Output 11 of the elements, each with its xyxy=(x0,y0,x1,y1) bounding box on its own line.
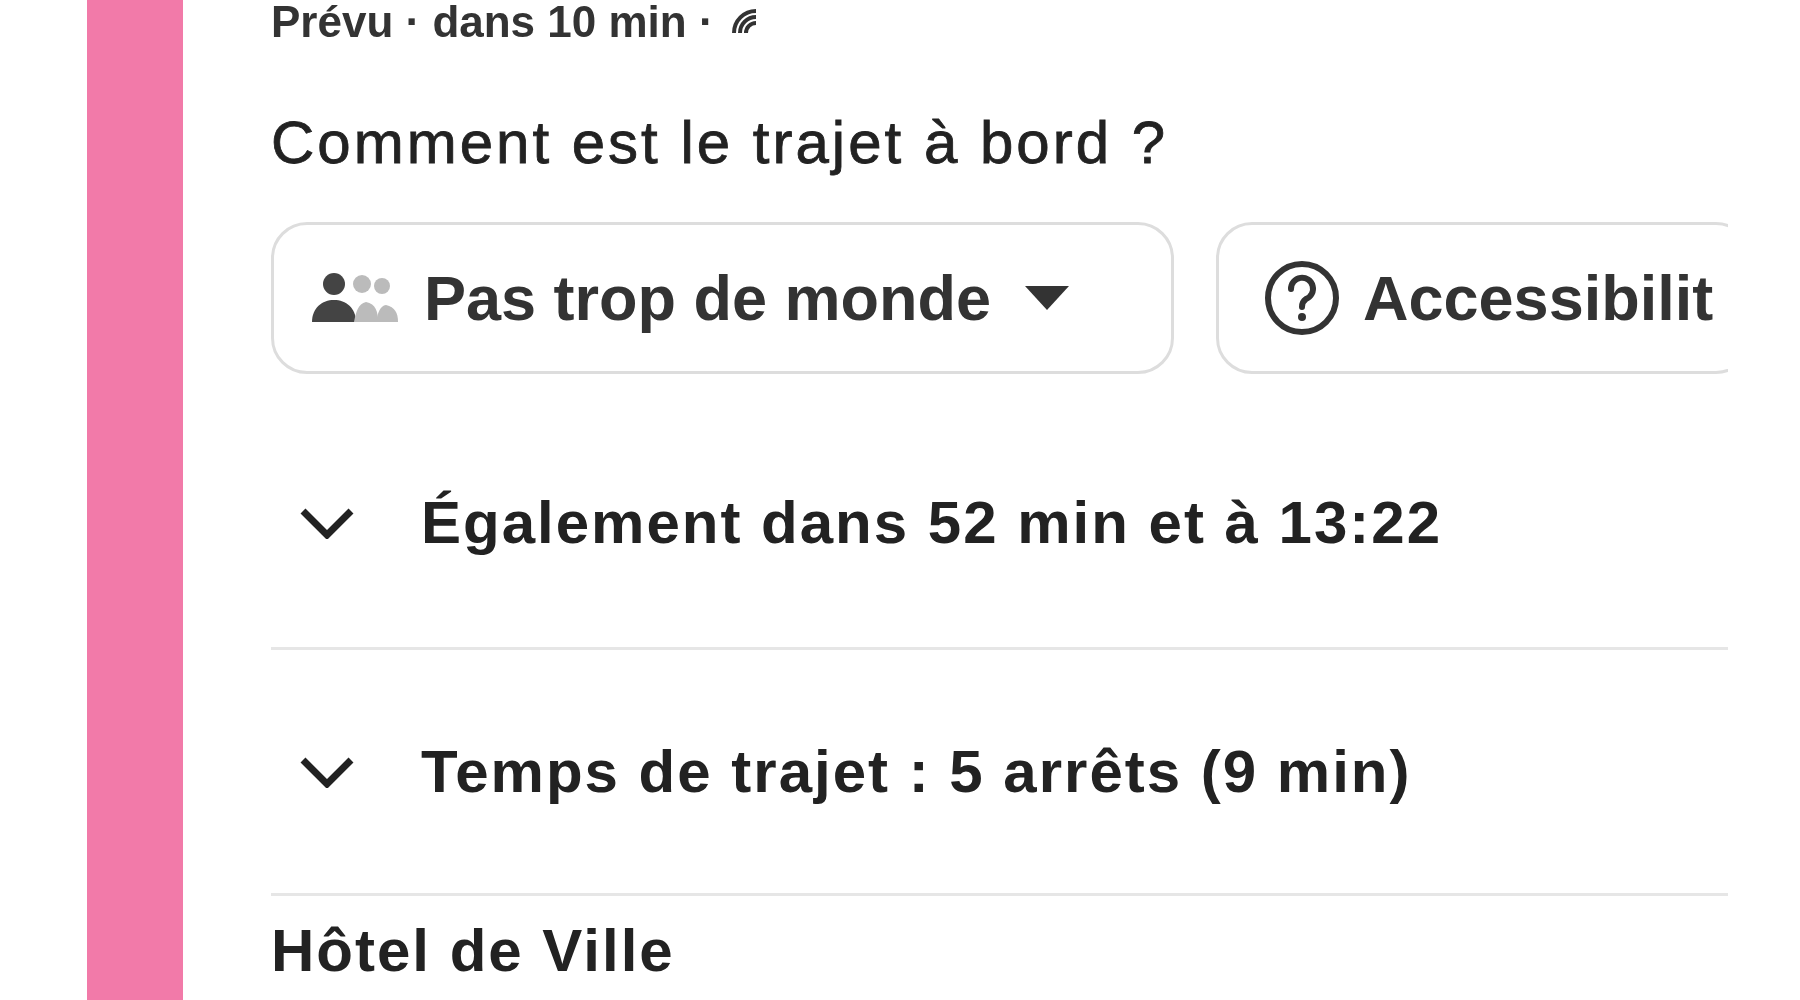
expandable-row[interactable]: Temps de trajet : 5 arrêts (9 min) xyxy=(271,650,1728,896)
crowding-dropdown[interactable]: Pas trop de monde xyxy=(271,222,1174,374)
crowding-question: Comment est le trajet à bord ? xyxy=(271,108,1170,178)
accessibility-button[interactable]: Accessibilit xyxy=(1216,222,1728,374)
stop-name: Hôtel de Ville xyxy=(271,918,676,984)
expandable-row[interactable]: Également dans 52 min et à 13:22 xyxy=(271,374,1728,650)
chevron-icon xyxy=(299,755,355,788)
caret-icon xyxy=(1025,286,1070,310)
chevron-icon xyxy=(299,506,355,539)
departure-status: Prévu · dans 10 min · xyxy=(271,0,714,44)
help-icon xyxy=(1263,259,1341,337)
